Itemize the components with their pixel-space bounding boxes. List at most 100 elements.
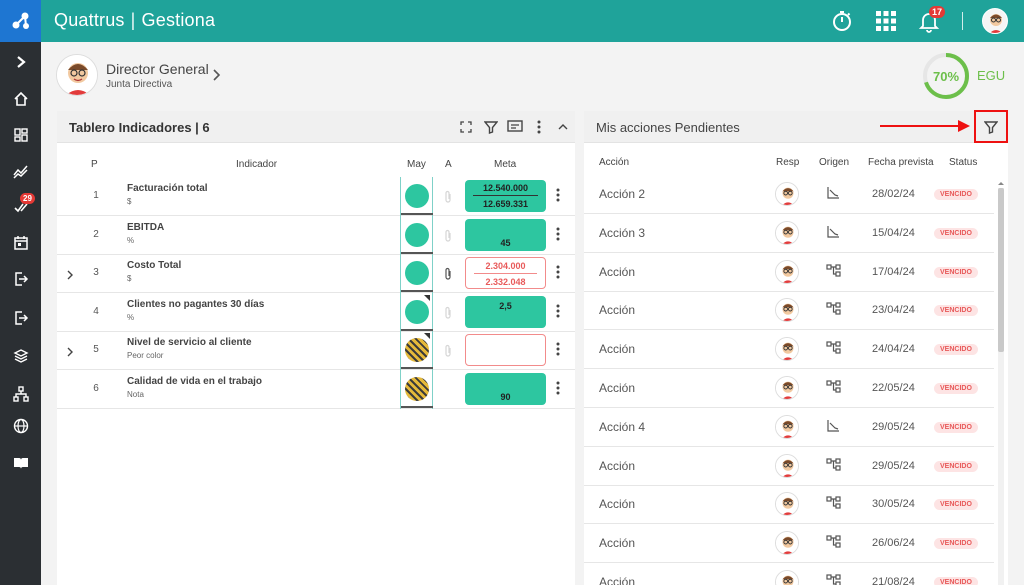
action-row[interactable]: Acción 26/06/24 VENCIDO — [584, 524, 994, 564]
action-name[interactable]: Acción 3 — [599, 226, 645, 240]
indicators-filter-button[interactable] — [482, 118, 500, 136]
row-expand-button[interactable] — [66, 267, 74, 285]
action-name[interactable]: Acción — [599, 497, 635, 511]
indicator-row[interactable]: 3 Costo Total $2.304.000 2.332.048 — [57, 254, 575, 294]
expand-panel-button[interactable] — [457, 118, 475, 136]
action-row[interactable]: Acción 29/05/24 VENCIDO — [584, 447, 994, 486]
may-cell[interactable] — [400, 215, 433, 255]
meta-cell[interactable]: 12.540.000 12.659.331 — [465, 180, 546, 212]
sidebar-item-tasks[interactable]: 29 — [0, 189, 41, 225]
apps-button[interactable] — [872, 7, 900, 35]
user-avatar[interactable] — [982, 8, 1008, 34]
row-menu-button[interactable] — [556, 304, 560, 323]
may-cell[interactable] — [400, 177, 433, 216]
sidebar-item-org-chart[interactable] — [0, 376, 41, 412]
indicator-name[interactable]: Costo Total — [127, 260, 181, 271]
may-cell[interactable] — [400, 292, 433, 332]
indicator-name[interactable]: Clientes no pagantes 30 días — [127, 299, 264, 310]
action-due-date: 23/04/24 — [872, 304, 915, 317]
attachment-button[interactable] — [444, 190, 452, 208]
action-row[interactable]: Acción 24/04/24 VENCIDO — [584, 330, 994, 370]
action-name[interactable]: Acción — [599, 459, 635, 473]
row-menu-button[interactable] — [556, 342, 560, 361]
row-menu-button[interactable] — [556, 227, 560, 246]
action-name[interactable]: Acción — [599, 575, 635, 585]
action-name[interactable]: Acción 4 — [599, 420, 645, 434]
may-corner-marker — [424, 333, 430, 340]
attachment-button[interactable] — [444, 229, 452, 247]
layers-icon — [12, 349, 29, 363]
action-name[interactable]: Acción 2 — [599, 187, 645, 201]
indicator-position: 6 — [93, 383, 99, 394]
meta-cell[interactable] — [465, 334, 546, 367]
actions-scrollbar[interactable] — [996, 180, 1006, 585]
meta-cell[interactable]: 2.304.000 2.332.048 — [465, 257, 546, 290]
app-logo[interactable] — [0, 0, 41, 42]
action-row[interactable]: Acción 23/04/24 VENCIDO — [584, 291, 994, 331]
indicator-row[interactable]: 4 Clientes no pagantes 30 días% 2,5 — [57, 292, 575, 332]
indicator-name[interactable]: Calidad de vida en el trabajo — [127, 376, 262, 387]
sidebar-item-exit-alt[interactable] — [0, 300, 41, 336]
status-badge: VENCIDO — [934, 266, 978, 278]
profile-header[interactable]: Director General Junta Directiva — [56, 54, 209, 96]
attachment-button[interactable] — [444, 306, 452, 324]
presentation-button[interactable] — [506, 118, 524, 136]
meta-cell[interactable]: 45 — [465, 218, 546, 251]
indicators-menu-button[interactable] — [530, 118, 548, 136]
sidebar-expand[interactable] — [0, 44, 41, 80]
action-name[interactable]: Acción — [599, 342, 635, 356]
sidebar-item-manual[interactable] — [0, 445, 41, 481]
status-badge: VENCIDO — [934, 538, 978, 550]
indicator-row[interactable]: 5 Nivel de servicio al cliente Peor color — [57, 331, 575, 371]
action-name[interactable]: Acción — [599, 303, 635, 317]
may-cell[interactable] — [400, 331, 433, 371]
action-row[interactable]: Acción 22/05/24 VENCIDO — [584, 369, 994, 408]
sidebar-item-layers[interactable] — [0, 338, 41, 374]
timer-button[interactable] — [828, 7, 856, 35]
sidebar-item-dashboard[interactable] — [0, 117, 41, 153]
action-row[interactable]: Acción 2 28/02/24 VENCIDO — [584, 175, 994, 214]
action-row[interactable]: Acción 21/08/24 VENCIDO — [584, 563, 994, 585]
may-cell[interactable] — [400, 254, 433, 294]
indicator-row[interactable]: 6 Calidad de vida en el trabajo Nota 90 — [57, 370, 575, 409]
action-row[interactable]: Acción 3 15/04/24 VENCIDO — [584, 214, 994, 253]
profile-chevron[interactable] — [211, 68, 221, 86]
action-name[interactable]: Acción — [599, 265, 635, 279]
indicator-row[interactable]: 2 EBITDA% 45 — [57, 215, 575, 255]
row-expand-button[interactable] — [66, 344, 74, 362]
indicator-unit: $ — [127, 197, 132, 206]
indicator-row[interactable]: 1 Facturación total $12.540.000 12.659.331 — [57, 177, 575, 216]
row-menu-button[interactable] — [556, 265, 560, 284]
action-name[interactable]: Acción — [599, 536, 635, 550]
meta-value: 90 — [500, 392, 511, 402]
action-name[interactable]: Acción — [599, 381, 635, 395]
sidebar-item-calendar[interactable] — [0, 225, 41, 261]
meta-cell[interactable]: 90 — [465, 373, 546, 405]
action-row[interactable]: Acción 4 29/05/24 VENCIDO — [584, 408, 994, 447]
indicator-name[interactable]: EBITDA — [127, 222, 164, 233]
calendar-icon — [13, 236, 28, 250]
status-badge: VENCIDO — [934, 189, 978, 200]
indicator-name[interactable]: Facturación total — [127, 183, 208, 194]
attachment-button[interactable] — [444, 344, 452, 362]
notifications-button[interactable]: 17 — [915, 6, 945, 35]
sidebar-item-globe[interactable] — [0, 408, 41, 444]
may-cell[interactable] — [400, 370, 433, 409]
avatar-image — [776, 571, 798, 585]
action-row[interactable]: Acción 30/05/24 VENCIDO — [584, 485, 994, 525]
collapse-panel-button[interactable] — [554, 118, 572, 136]
sidebar-item-home[interactable] — [0, 81, 41, 117]
row-menu-button[interactable] — [556, 188, 560, 207]
action-row[interactable]: Acción 17/04/24 VENCIDO — [584, 253, 994, 292]
scroll-thumb[interactable] — [998, 188, 1004, 352]
meta-cell[interactable]: 2,5 — [465, 295, 546, 328]
sidebar-item-trends[interactable] — [0, 153, 41, 189]
status-badge: VENCIDO — [934, 499, 978, 511]
row-menu-button[interactable] — [556, 381, 560, 400]
attachment-button[interactable] — [444, 267, 452, 285]
indicator-name[interactable]: Nivel de servicio al cliente — [127, 337, 252, 348]
action-due-date: 29/05/24 — [872, 459, 915, 472]
action-origin — [826, 419, 840, 438]
sidebar-item-exit[interactable] — [0, 261, 41, 297]
actions-filter-button[interactable] — [974, 110, 1008, 143]
